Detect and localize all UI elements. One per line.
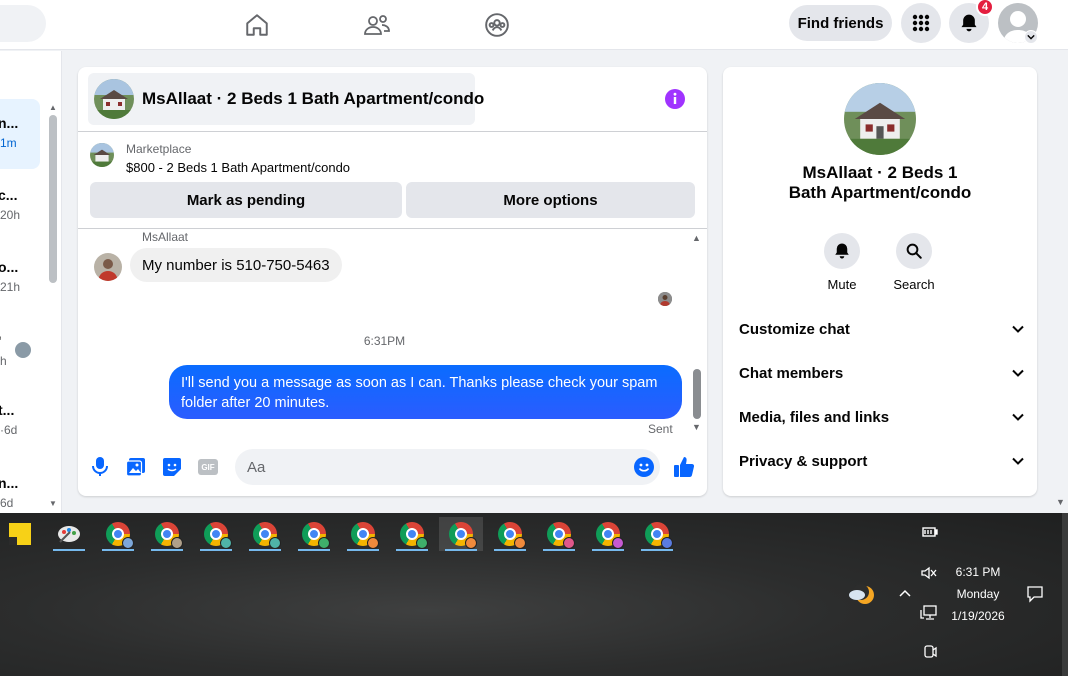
menu-grid-icon[interactable] [901, 3, 941, 43]
scroll-down-arrow[interactable]: ▼ [49, 499, 57, 508]
chrome-profile-icon[interactable] [488, 517, 532, 551]
divider [78, 131, 707, 132]
scroll-up-arrow[interactable]: ▲ [692, 233, 701, 243]
chat-list-item[interactable]: o... 21h [0, 243, 40, 313]
chat-header[interactable]: MsAllaat · 2 Beds 1 Bath Apartment/condo [88, 73, 484, 125]
outgoing-message-bubble[interactable]: I'll send you a message as soon as I can… [169, 365, 682, 419]
notification-badge: 4 [976, 0, 995, 16]
marketplace-label: Marketplace [126, 142, 192, 156]
message-timestamp: 6:31PM [363, 334, 406, 348]
clock-time[interactable]: 6:31 PM [948, 565, 1008, 579]
mute-button[interactable]: Mute [806, 233, 878, 292]
mark-as-pending-button[interactable]: Mark as pending [90, 182, 402, 218]
chat-title: MsAllaat · 2 Beds 1 Bath Apartment/condo [142, 89, 485, 108]
info-icon[interactable] [664, 88, 686, 110]
chrome-profile-icon[interactable] [96, 517, 140, 551]
network-icon[interactable] [920, 605, 938, 626]
chrome-profile-icon[interactable] [194, 517, 238, 551]
clock-day[interactable]: Monday [948, 587, 1008, 601]
page-scroll-down-arrow[interactable]: ▼ [1056, 497, 1065, 507]
search-conversation-button[interactable]: Search [878, 233, 950, 292]
chat-list-item[interactable]: c... 20h [0, 171, 40, 241]
chevron-down-icon [1012, 369, 1024, 377]
chrome-profile-icon[interactable] [145, 517, 189, 551]
scroll-up-arrow[interactable]: ▲ [49, 103, 57, 112]
chrome-profile-icon[interactable] [390, 517, 434, 551]
windows-taskbar: 6:31 PM Monday 1/19/2026 [0, 513, 1068, 676]
emoji-icon[interactable] [633, 456, 655, 478]
chat-members-section[interactable]: Chat members [739, 355, 1025, 391]
chat-scrollbar[interactable] [693, 369, 701, 419]
meet-now-icon[interactable] [922, 644, 938, 665]
sender-avatar[interactable] [94, 253, 122, 281]
find-friends-button[interactable]: Find friends [789, 5, 892, 41]
groups-icon[interactable] [480, 8, 514, 42]
microphone-icon[interactable] [89, 456, 111, 478]
listing-title[interactable]: $800 - 2 Beds 1 Bath Apartment/condo [126, 160, 350, 175]
photo-icon[interactable] [125, 456, 147, 478]
show-hidden-icons-chevron[interactable] [898, 585, 912, 603]
bell-icon [824, 233, 860, 269]
chrome-profile-icon[interactable] [292, 517, 336, 551]
sticker-icon[interactable] [161, 456, 183, 478]
message-input[interactable] [235, 449, 660, 485]
listing-avatar [94, 79, 134, 119]
chrome-profile-icon[interactable] [635, 517, 679, 551]
incoming-message-bubble[interactable]: My number is 510-750-5463 [130, 248, 342, 282]
conversation-info-panel: MsAllaat · 2 Beds 1 Bath Apartment/condo… [723, 67, 1037, 496]
chrome-profile-icon[interactable] [439, 517, 483, 551]
scroll-down-arrow[interactable]: ▼ [692, 422, 701, 432]
search-field[interactable] [0, 5, 46, 42]
chevron-down-icon [1012, 413, 1024, 421]
sender-name: MsAllaat [142, 230, 189, 244]
chevron-down-icon[interactable] [1024, 30, 1038, 44]
listing-thumbnail [90, 143, 114, 167]
paint-app-icon[interactable] [47, 517, 91, 551]
media-files-links-section[interactable]: Media, files and links [739, 399, 1025, 435]
home-icon[interactable] [240, 8, 274, 42]
chat-list-item[interactable]: ' h [0, 317, 40, 387]
divider [78, 228, 707, 229]
seen-avatar [15, 342, 31, 358]
chat-list-scrollbar[interactable] [49, 115, 57, 283]
more-options-button[interactable]: More options [406, 182, 695, 218]
battery-settings-icon[interactable] [921, 525, 939, 544]
chrome-profile-icon[interactable] [243, 517, 287, 551]
gif-icon[interactable]: GIF [197, 456, 219, 478]
show-desktop-strip[interactable] [1062, 513, 1068, 676]
read-receipt-avatar [658, 292, 672, 306]
chat-list-item[interactable]: t... ·6d [0, 386, 40, 456]
clock-date[interactable]: 1/19/2026 [944, 609, 1012, 623]
chrome-profile-icon[interactable] [341, 517, 385, 551]
chrome-profile-icon[interactable] [586, 517, 630, 551]
chat-list: n... 1m c... 20h o... 21h ' h t... ·6d n… [0, 51, 62, 513]
chevron-down-icon [1012, 325, 1024, 333]
chat-list-item[interactable]: n... 1m [0, 99, 40, 169]
search-icon [896, 233, 932, 269]
friends-icon[interactable] [360, 8, 394, 42]
top-navigation: Find friends 4 [0, 0, 1068, 50]
message-status: Sent [648, 422, 673, 436]
conversation-name: MsAllaat · 2 Beds 1 Bath Apartment/condo [788, 163, 972, 202]
chat-list-item[interactable]: n... 6d [0, 459, 40, 513]
weather-icon[interactable] [848, 582, 876, 613]
listing-profile-photo [844, 83, 916, 155]
chrome-profile-icon[interactable] [537, 517, 581, 551]
notification-center-icon[interactable] [1026, 585, 1044, 608]
chevron-down-icon [1012, 457, 1024, 465]
thumbs-up-icon[interactable] [673, 456, 695, 478]
chat-panel: MsAllaat · 2 Beds 1 Bath Apartment/condo… [78, 67, 707, 496]
customize-chat-section[interactable]: Customize chat [739, 311, 1025, 347]
privacy-support-section[interactable]: Privacy & support [739, 443, 1025, 479]
volume-muted-icon[interactable] [920, 565, 938, 586]
sticky-notes-icon[interactable] [0, 517, 40, 551]
